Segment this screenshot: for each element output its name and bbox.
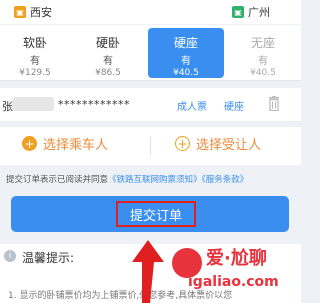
annotation-arrow <box>132 240 164 303</box>
seat-availability: 有 <box>103 56 113 67</box>
ticket-type-selector[interactable]: 成人票 <box>177 98 207 113</box>
from-station-label: 西安 <box>30 6 52 19</box>
select-passenger-button[interactable]: + 选择乘车人 <box>22 134 108 153</box>
seat-option-soft-sleeper[interactable]: 软卧 有 ¥129.5 <box>2 25 68 81</box>
divider <box>150 137 151 155</box>
select-row: + 选择乘车人 + 选择受让人 <box>0 127 301 165</box>
seat-price: ¥40.5 <box>250 68 276 78</box>
submit-order-button[interactable]: 提交订单 <box>11 196 289 232</box>
train-icon: ▣ <box>232 6 244 18</box>
terms-link[interactable]: 《服务条款》 <box>202 175 249 185</box>
seat-name: 无座 <box>250 36 275 50</box>
tips-title: 温馨提示: <box>22 251 75 265</box>
agreement-text: 提交订单表示已阅读并同意《铁路互联网购票须知》《服务条款》 <box>6 173 248 185</box>
select-recipient-button[interactable]: + 选择受让人 <box>175 134 261 153</box>
select-passenger-label: 选择乘车人 <box>43 138 109 153</box>
watermark-url: igaliao.com <box>188 274 279 290</box>
plus-icon: + <box>22 136 37 151</box>
seat-option-hard-sleeper[interactable]: 硬卧 有 ¥86.5 <box>72 25 144 81</box>
seat-availability: 有 <box>30 56 40 67</box>
passenger-name-mask <box>12 97 54 111</box>
seat-price: ¥40.5 <box>173 68 199 78</box>
trash-icon[interactable] <box>268 96 280 111</box>
seat-name: 软卧 <box>22 36 47 50</box>
to-station: ▣ 广州 <box>232 4 270 20</box>
watermark: 爱·尬聊 igaliao.com <box>172 240 298 300</box>
seat-option-hard-seat-selected[interactable]: 硬座 有 ¥40.5 <box>148 28 224 78</box>
from-station: ▣ 西安 <box>14 4 52 20</box>
agreement-prefix: 提交订单表示已阅读并同意 <box>6 175 109 185</box>
seat-availability: 有 <box>258 56 268 67</box>
submit-order-label: 提交订单 <box>116 201 196 227</box>
seat-availability: 有 <box>181 56 191 67</box>
purchase-notice-link[interactable]: 《铁路互联网购票须知》 <box>108 175 202 185</box>
seat-price: ¥86.5 <box>95 68 121 78</box>
seat-options: 软卧 有 ¥129.5 硬卧 有 ¥86.5 硬座 有 ¥40.5 无座 有 ¥… <box>0 25 301 81</box>
select-recipient-label: 选择受让人 <box>196 138 262 153</box>
seat-option-no-seat[interactable]: 无座 有 ¥40.5 <box>230 25 296 81</box>
to-station-label: 广州 <box>248 6 270 19</box>
plus-circle-icon: + <box>175 136 190 151</box>
passenger-row: 张 ************ 成人票 硬座 <box>0 88 301 122</box>
watermark-title: 爱·尬聊 <box>206 248 267 269</box>
seat-price: ¥129.5 <box>19 68 51 78</box>
passenger-seat-type[interactable]: 硬座 <box>224 98 244 113</box>
route-bar: ▣ 西安 ▣ 广州 <box>0 0 301 24</box>
info-icon: i <box>4 250 16 262</box>
train-icon: ▣ <box>14 6 26 18</box>
seat-name: 硬座 <box>173 36 198 50</box>
passenger-id: ************ <box>58 98 130 111</box>
seat-name: 硬卧 <box>95 36 120 50</box>
